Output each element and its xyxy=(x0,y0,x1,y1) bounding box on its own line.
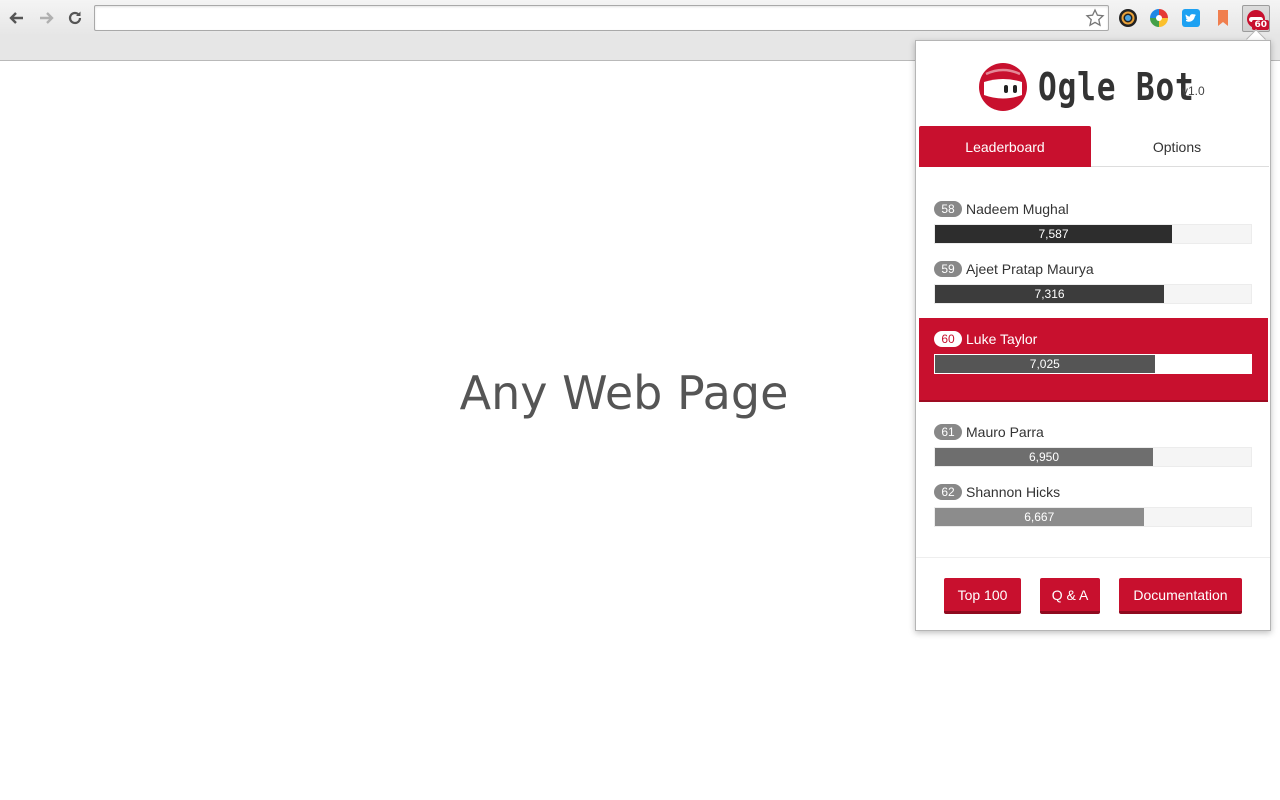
back-arrow-icon xyxy=(9,12,23,24)
rank-badge: 62 xyxy=(934,484,962,500)
rank-badge: 59 xyxy=(934,261,962,277)
rank-badge: 58 xyxy=(934,201,962,217)
leaderboard-row: 61 Mauro Parra 6,950 xyxy=(934,422,1252,467)
reload-button[interactable] xyxy=(63,6,87,30)
ogle-bot-popup: Ogle Bot v1.0 Leaderboard Options 58 Nad… xyxy=(915,40,1271,631)
forward-button[interactable] xyxy=(34,6,58,30)
player-name: Shannon Hicks xyxy=(966,484,1061,500)
rank-badge: 60 xyxy=(934,331,962,347)
score-bar-fill: 6,950 xyxy=(935,448,1154,466)
leaderboard-row: 59 Ajeet Pratap Maurya 7,316 xyxy=(934,259,1252,304)
footer-divider xyxy=(916,557,1270,558)
score-bar-fill: 6,667 xyxy=(935,508,1144,526)
documentation-button[interactable]: Documentation xyxy=(1119,578,1242,614)
bookmark-ribbon-icon[interactable] xyxy=(1212,7,1234,29)
leaderboard-row-current: 60 Luke Taylor 7,025 xyxy=(934,329,1252,374)
score-bar: 7,587 xyxy=(934,224,1252,244)
browser-toolbar: 60 xyxy=(0,0,1280,36)
address-bar[interactable] xyxy=(94,5,1109,31)
tab-options[interactable]: Options xyxy=(1091,126,1263,167)
qa-button[interactable]: Q & A xyxy=(1040,578,1100,614)
popup-tabs: Leaderboard Options xyxy=(919,126,1269,167)
current-user-row: 60 Luke Taylor 7,025 xyxy=(919,318,1268,402)
color-picker-icon[interactable] xyxy=(1148,7,1170,29)
leaderboard-row: 62 Shannon Hicks 6,667 xyxy=(934,482,1252,527)
leaderboard-row: 58 Nadeem Mughal 7,587 xyxy=(934,199,1252,244)
player-name: Nadeem Mughal xyxy=(966,201,1069,217)
score-bar-fill: 7,316 xyxy=(935,285,1165,303)
bookmark-star-icon[interactable] xyxy=(1085,8,1105,28)
twitter-icon[interactable] xyxy=(1180,7,1202,29)
back-button[interactable] xyxy=(5,6,29,30)
version-label: v1.0 xyxy=(1182,84,1205,98)
score-bar: 7,025 xyxy=(934,354,1252,374)
score-bar: 6,667 xyxy=(934,507,1252,527)
player-name: Mauro Parra xyxy=(966,424,1044,440)
rank-badge: 61 xyxy=(934,424,962,440)
forward-arrow-icon xyxy=(40,12,54,24)
popup-title: Ogle Bot xyxy=(1038,65,1195,109)
player-name: Luke Taylor xyxy=(966,331,1038,347)
score-bar: 6,950 xyxy=(934,447,1252,467)
top-100-button[interactable]: Top 100 xyxy=(944,578,1021,614)
score-bar-fill: 7,587 xyxy=(935,225,1172,243)
score-bar-fill: 7,025 xyxy=(935,355,1155,373)
ogle-bot-logo-icon xyxy=(979,63,1027,111)
score-bar: 7,316 xyxy=(934,284,1252,304)
tab-leaderboard[interactable]: Leaderboard xyxy=(919,126,1091,167)
reload-icon xyxy=(68,11,82,25)
player-name: Ajeet Pratap Maurya xyxy=(966,261,1094,277)
color-wheel-icon[interactable] xyxy=(1117,7,1139,29)
ogle-bot-extension-button[interactable]: 60 xyxy=(1242,5,1270,32)
